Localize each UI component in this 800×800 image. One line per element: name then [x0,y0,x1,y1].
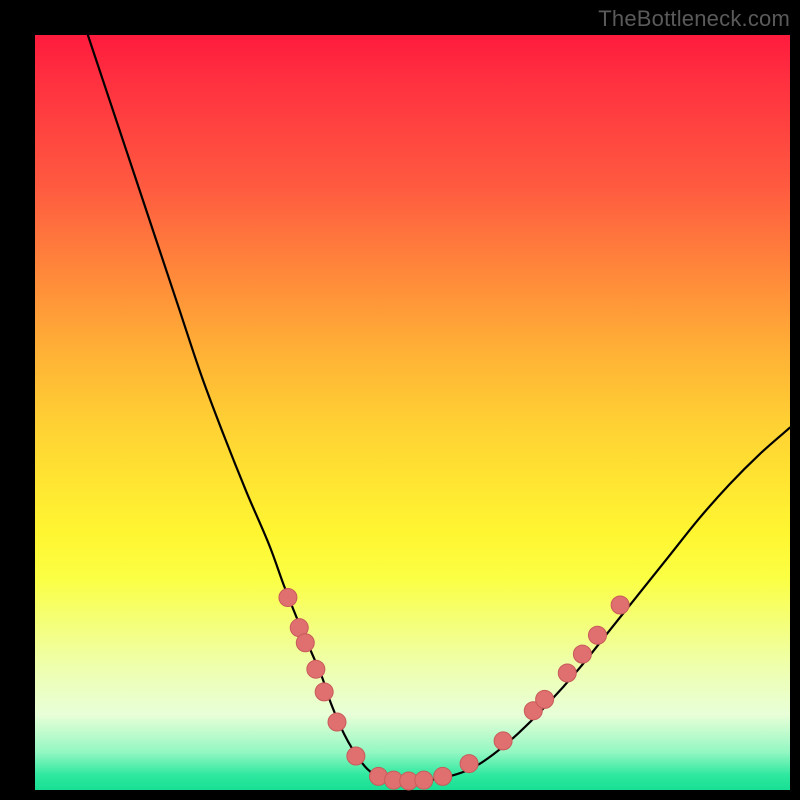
chart-svg [35,35,790,790]
highlight-dot [536,690,554,708]
watermark-text: TheBottleneck.com [598,6,790,32]
highlight-dots [279,588,629,789]
highlight-dot [611,596,629,614]
highlight-dot [588,626,606,644]
highlight-dot [347,747,365,765]
highlight-dot [315,683,333,701]
bottleneck-curve [88,35,790,781]
highlight-dot [434,767,452,785]
chart-frame: TheBottleneck.com [0,0,800,800]
highlight-dot [460,755,478,773]
highlight-dot [415,771,433,789]
highlight-dot [558,664,576,682]
highlight-dot [328,713,346,731]
plot-area [35,35,790,790]
highlight-dot [307,660,325,678]
highlight-dot [494,732,512,750]
highlight-dot [279,588,297,606]
highlight-dot [573,645,591,663]
highlight-dot [296,634,314,652]
